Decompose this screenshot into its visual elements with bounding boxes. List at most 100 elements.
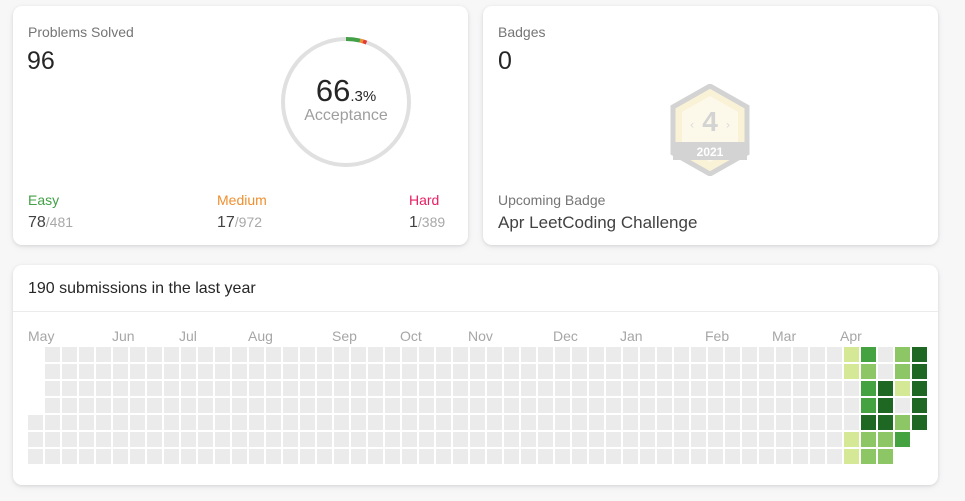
heatmap-cell[interactable] bbox=[28, 449, 43, 464]
heatmap-cell[interactable] bbox=[62, 381, 77, 396]
heatmap-cell[interactable] bbox=[538, 449, 553, 464]
heatmap-cell[interactable] bbox=[198, 364, 213, 379]
heatmap-cell[interactable] bbox=[623, 398, 638, 413]
heatmap-cell[interactable] bbox=[912, 398, 927, 413]
heatmap-cell[interactable] bbox=[368, 381, 383, 396]
heatmap-cell[interactable] bbox=[691, 364, 706, 379]
heatmap-cell[interactable] bbox=[827, 381, 842, 396]
heatmap-cell[interactable] bbox=[606, 449, 621, 464]
heatmap-cell[interactable] bbox=[606, 415, 621, 430]
heatmap-cell[interactable] bbox=[453, 415, 468, 430]
heatmap-cell[interactable] bbox=[45, 449, 60, 464]
heatmap-cell[interactable] bbox=[640, 381, 655, 396]
heatmap-cell[interactable] bbox=[232, 432, 247, 447]
heatmap-cell[interactable] bbox=[249, 398, 264, 413]
heatmap-cell[interactable] bbox=[793, 381, 808, 396]
heatmap-cell[interactable] bbox=[402, 398, 417, 413]
heatmap-cell[interactable] bbox=[232, 381, 247, 396]
heatmap-cell[interactable] bbox=[895, 398, 910, 413]
heatmap-cell[interactable] bbox=[283, 381, 298, 396]
heatmap-cell[interactable] bbox=[691, 415, 706, 430]
heatmap-cell[interactable] bbox=[861, 347, 876, 362]
heatmap-cell[interactable] bbox=[912, 415, 927, 430]
heatmap-cell[interactable] bbox=[640, 432, 655, 447]
heatmap-cell[interactable] bbox=[470, 398, 485, 413]
heatmap-cell[interactable] bbox=[521, 347, 536, 362]
heatmap-cell[interactable] bbox=[470, 432, 485, 447]
heatmap-cell[interactable] bbox=[742, 381, 757, 396]
heatmap-cell[interactable] bbox=[334, 449, 349, 464]
heatmap-cell[interactable] bbox=[147, 364, 162, 379]
heatmap-cell[interactable] bbox=[317, 364, 332, 379]
heatmap-cell[interactable] bbox=[436, 364, 451, 379]
heatmap-cell[interactable] bbox=[606, 398, 621, 413]
heatmap-cell[interactable] bbox=[589, 449, 604, 464]
heatmap-cell[interactable] bbox=[385, 398, 400, 413]
heatmap-cell[interactable] bbox=[147, 398, 162, 413]
heatmap-cell[interactable] bbox=[62, 449, 77, 464]
heatmap-cell[interactable] bbox=[300, 381, 315, 396]
heatmap-cell[interactable] bbox=[521, 364, 536, 379]
heatmap-cell[interactable] bbox=[79, 432, 94, 447]
heatmap-cell[interactable] bbox=[487, 398, 502, 413]
heatmap-cell[interactable] bbox=[912, 364, 927, 379]
heatmap-cell[interactable] bbox=[674, 347, 689, 362]
heatmap-cell[interactable] bbox=[827, 364, 842, 379]
heatmap-cell[interactable] bbox=[810, 364, 825, 379]
heatmap-cell[interactable] bbox=[283, 398, 298, 413]
heatmap-cell[interactable] bbox=[351, 432, 366, 447]
heatmap-cell[interactable] bbox=[521, 432, 536, 447]
heatmap-cell[interactable] bbox=[266, 432, 281, 447]
heatmap-cell[interactable] bbox=[708, 415, 723, 430]
heatmap-cell[interactable] bbox=[521, 415, 536, 430]
heatmap-cell[interactable] bbox=[351, 364, 366, 379]
heatmap-cell[interactable] bbox=[776, 398, 791, 413]
heatmap-cell[interactable] bbox=[827, 347, 842, 362]
heatmap-cell[interactable] bbox=[521, 381, 536, 396]
heatmap-cell[interactable] bbox=[96, 449, 111, 464]
heatmap-cell[interactable] bbox=[555, 432, 570, 447]
heatmap-cell[interactable] bbox=[878, 364, 893, 379]
heatmap-cell[interactable] bbox=[776, 432, 791, 447]
heatmap-cell[interactable] bbox=[657, 347, 672, 362]
heatmap-cell[interactable] bbox=[62, 364, 77, 379]
heatmap-cell[interactable] bbox=[470, 449, 485, 464]
heatmap-cell[interactable] bbox=[606, 432, 621, 447]
heatmap-cell[interactable] bbox=[215, 449, 230, 464]
heatmap-cell[interactable] bbox=[249, 347, 264, 362]
heatmap-cell[interactable] bbox=[504, 398, 519, 413]
heatmap-cell[interactable] bbox=[147, 347, 162, 362]
heatmap-cell[interactable] bbox=[470, 347, 485, 362]
heatmap-cell[interactable] bbox=[181, 398, 196, 413]
heatmap-cell[interactable] bbox=[810, 432, 825, 447]
heatmap-cell[interactable] bbox=[895, 347, 910, 362]
heatmap-cell[interactable] bbox=[215, 415, 230, 430]
heatmap-cell[interactable] bbox=[334, 347, 349, 362]
heatmap-cell[interactable] bbox=[708, 432, 723, 447]
heatmap-cell[interactable] bbox=[385, 364, 400, 379]
heatmap-cell[interactable] bbox=[691, 381, 706, 396]
heatmap-cell[interactable] bbox=[249, 449, 264, 464]
heatmap-cell[interactable] bbox=[538, 398, 553, 413]
heatmap-cell[interactable] bbox=[402, 415, 417, 430]
heatmap-cell[interactable] bbox=[266, 398, 281, 413]
heatmap-cell[interactable] bbox=[334, 415, 349, 430]
heatmap-cell[interactable] bbox=[96, 398, 111, 413]
heatmap-cell[interactable] bbox=[266, 449, 281, 464]
heatmap-cell[interactable] bbox=[181, 432, 196, 447]
heatmap-cell[interactable] bbox=[402, 432, 417, 447]
heatmap-cell[interactable] bbox=[555, 347, 570, 362]
heatmap-cell[interactable] bbox=[623, 381, 638, 396]
heatmap-cell[interactable] bbox=[793, 398, 808, 413]
heatmap-cell[interactable] bbox=[844, 398, 859, 413]
heatmap-cell[interactable] bbox=[810, 449, 825, 464]
heatmap-cell[interactable] bbox=[45, 347, 60, 362]
heatmap-cell[interactable] bbox=[572, 432, 587, 447]
heatmap-cell[interactable] bbox=[419, 398, 434, 413]
heatmap-cell[interactable] bbox=[674, 381, 689, 396]
heatmap-cell[interactable] bbox=[113, 449, 128, 464]
heatmap-cell[interactable] bbox=[215, 432, 230, 447]
heatmap-cell[interactable] bbox=[487, 364, 502, 379]
heatmap-cell[interactable] bbox=[742, 364, 757, 379]
heatmap-cell[interactable] bbox=[300, 347, 315, 362]
